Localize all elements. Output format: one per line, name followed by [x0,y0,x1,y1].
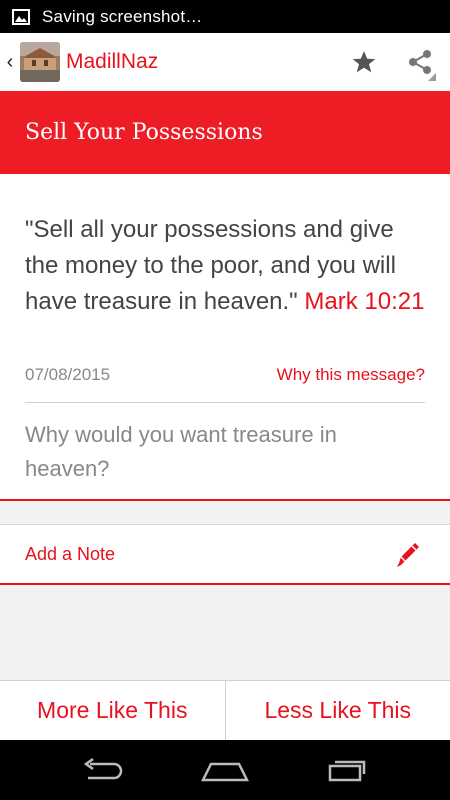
overflow-corner-icon [428,73,436,81]
star-icon[interactable] [338,33,390,91]
add-note-label: Add a Note [25,543,116,564]
more-like-this-button[interactable]: More Like This [0,681,225,740]
status-text: Saving screenshot… [42,6,203,26]
action-bar: ‹ MadillNaz [0,33,450,91]
system-nav-bar [0,740,450,800]
verse: "Sell all your possessions and give the … [25,212,430,320]
home-icon[interactable] [190,750,260,790]
app-title[interactable]: MadillNaz [66,50,338,74]
message-title: Sell Your Possessions [25,120,263,145]
feedback-bar: More Like This Less Like This [0,680,450,740]
verse-reference[interactable]: Mark 10:21 [304,288,424,315]
less-like-this-button[interactable]: Less Like This [224,681,450,740]
add-note-button[interactable]: Add a Note [0,524,450,585]
share-icon[interactable] [390,33,450,91]
pencil-icon[interactable] [391,537,425,571]
chevron-left-icon[interactable]: ‹ [2,33,18,91]
image-icon [12,8,30,25]
message-date: 07/08/2015 [25,365,111,384]
reflection-question: Why would you want treasure in heaven? [25,422,337,481]
church-photo-icon[interactable] [20,42,60,82]
meta-row: 07/08/2015 Why this message? [25,362,425,388]
back-arrow-icon[interactable] [67,750,137,790]
status-bar: Saving screenshot… [0,0,450,33]
title-banner: Sell Your Possessions [0,91,450,174]
why-this-message-link[interactable]: Why this message? [277,365,425,385]
message-card: "Sell all your possessions and give the … [0,174,450,501]
recent-apps-icon[interactable] [313,750,383,790]
divider [25,402,425,403]
